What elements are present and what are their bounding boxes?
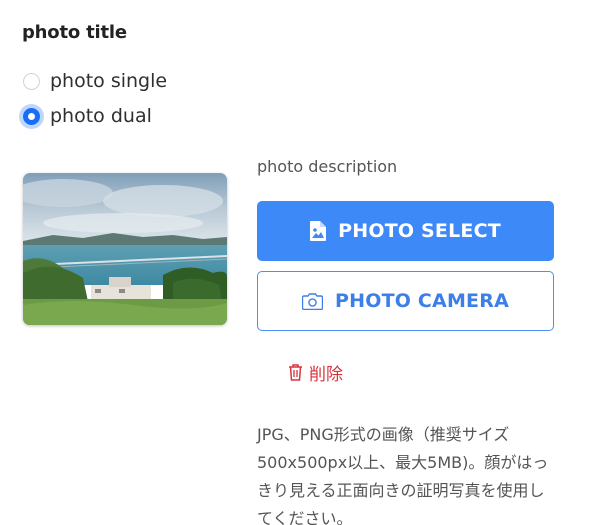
photo-select-label: PHOTO SELECT <box>338 220 501 242</box>
radio-label-single: photo single <box>50 70 168 92</box>
trash-icon <box>288 364 303 381</box>
form-title: photo title <box>22 22 127 43</box>
delete-label: 削除 <box>309 365 343 385</box>
radio-label-dual: photo dual <box>50 105 152 127</box>
photo-preview <box>23 173 227 325</box>
photo-camera-button[interactable]: PHOTO CAMERA <box>257 271 554 331</box>
upload-note: JPG、PNG形式の画像（推奨サイズ500x500px以上、最大5MB)。顔がは… <box>257 425 549 525</box>
photo-camera-label: PHOTO CAMERA <box>335 290 509 312</box>
delete-button[interactable]: 削除 <box>288 360 343 385</box>
photo-select-button[interactable]: PHOTO SELECT <box>257 201 554 261</box>
radio-button-dual[interactable] <box>23 107 40 125</box>
radio-option-dual[interactable]: photo dual <box>20 105 152 127</box>
image-file-icon <box>310 221 327 241</box>
camera-icon <box>302 292 323 310</box>
radio-option-single[interactable]: photo single <box>20 70 167 92</box>
upload-description: photo description <box>257 157 398 176</box>
radio-button-single[interactable] <box>23 72 40 90</box>
